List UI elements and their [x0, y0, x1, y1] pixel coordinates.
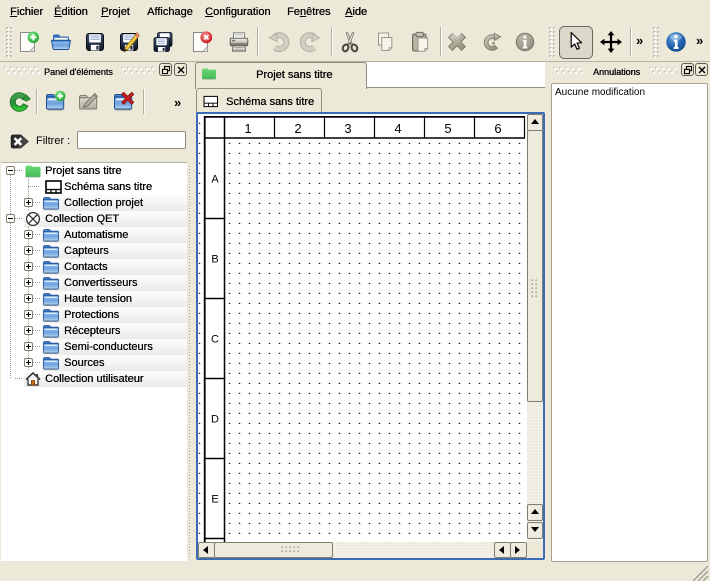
svg-text:4: 4 [394, 121, 401, 136]
svg-text:5: 5 [444, 121, 451, 136]
svg-text:C: C [211, 334, 219, 346]
svg-text:A: A [211, 174, 219, 186]
svg-text:E: E [211, 494, 218, 506]
svg-text:3: 3 [344, 121, 351, 136]
svg-text:D: D [211, 414, 219, 426]
svg-text:B: B [211, 254, 218, 266]
svg-text:2: 2 [294, 121, 301, 136]
svg-text:1: 1 [244, 121, 251, 136]
svg-text:6: 6 [494, 121, 501, 136]
